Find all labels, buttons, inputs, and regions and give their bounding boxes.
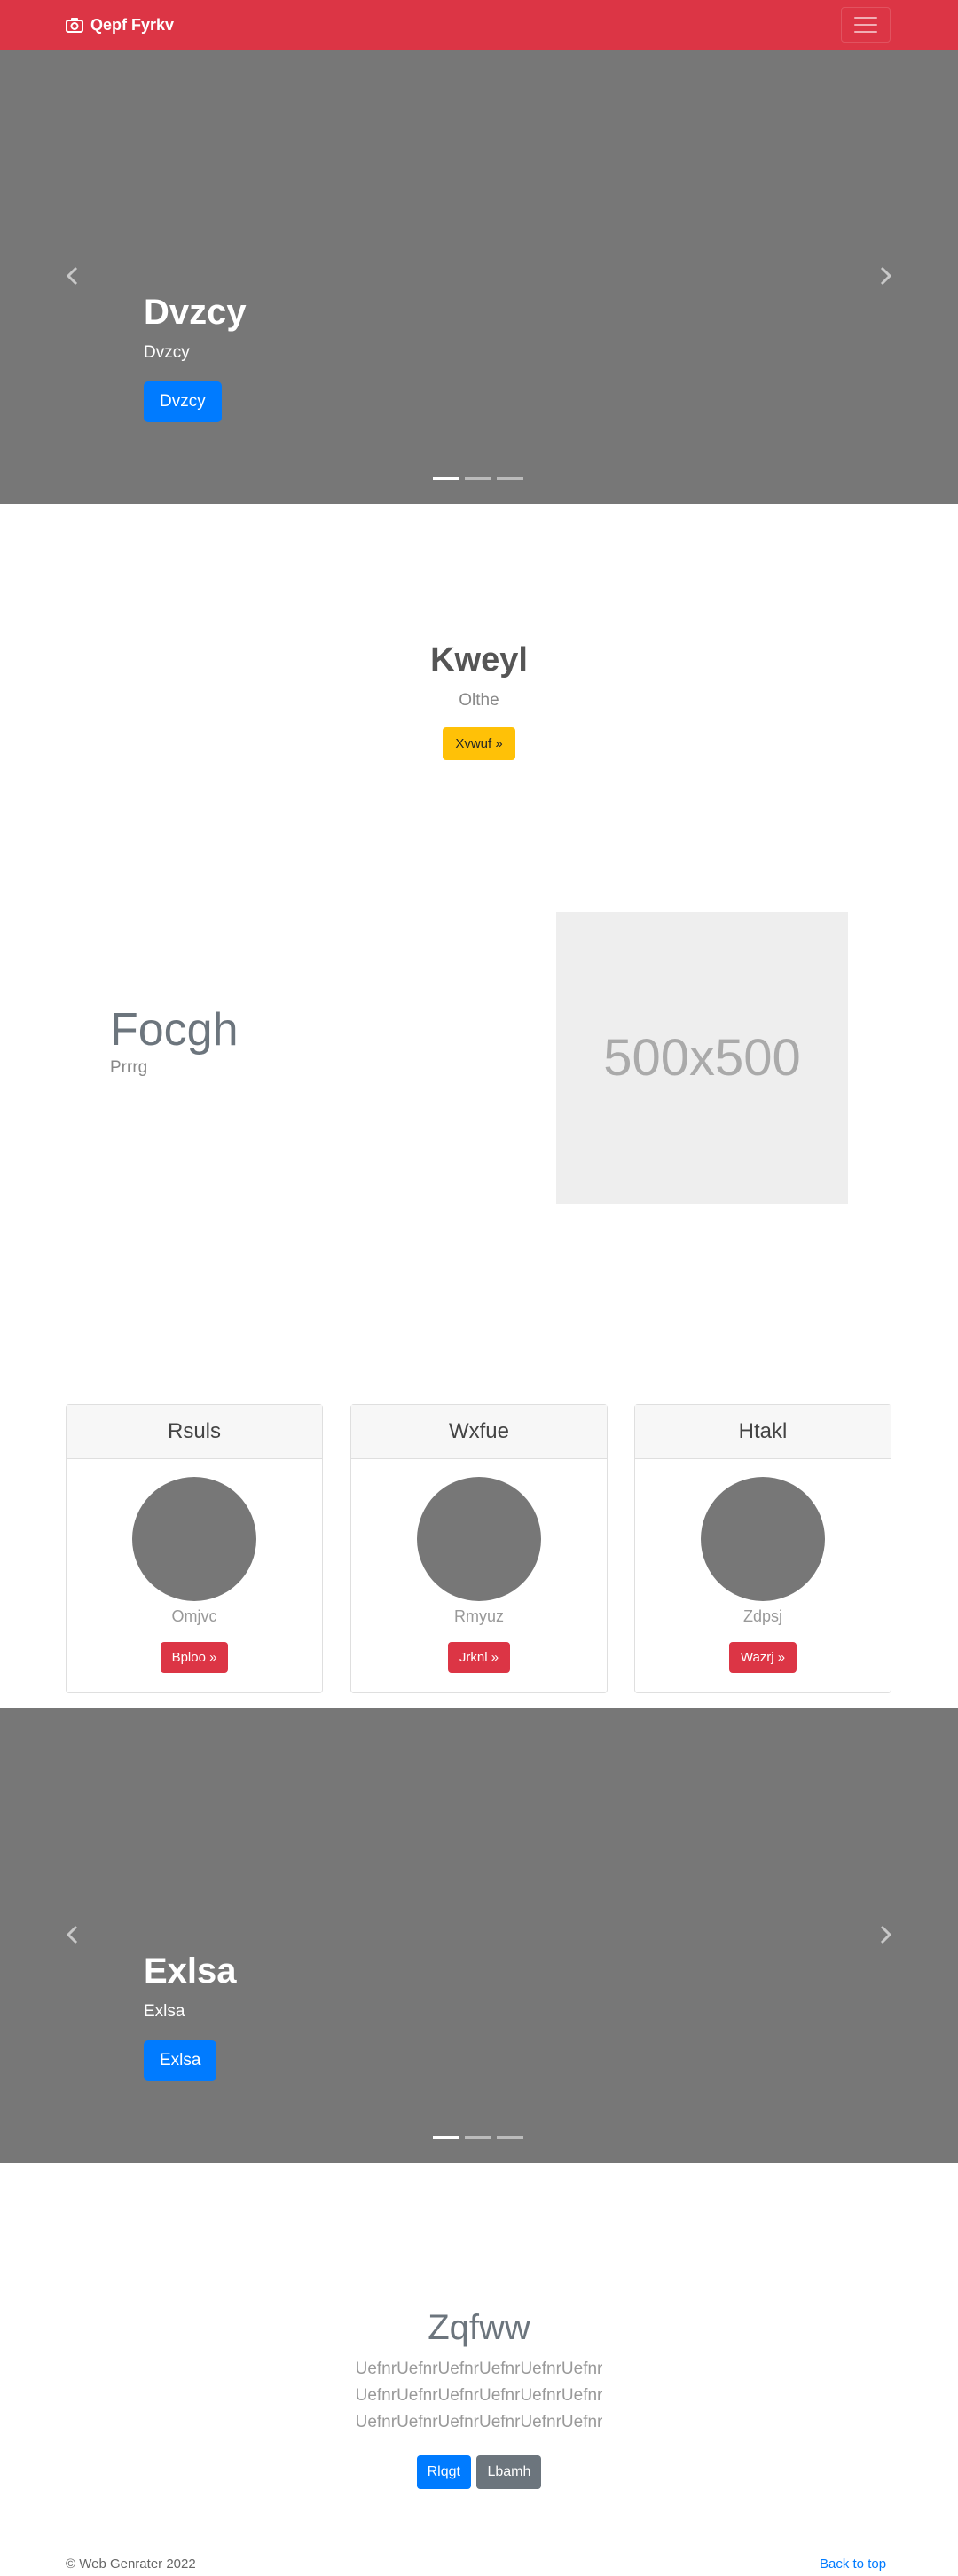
card-text: Rmyuz — [453, 1607, 504, 1625]
hero-title: Kweyl — [430, 641, 528, 679]
carousel-indicators — [433, 477, 523, 480]
carousel-indicator[interactable] — [433, 2136, 459, 2139]
chevron-right-icon — [880, 266, 892, 286]
card-text: Zdpsj — [742, 1607, 782, 1625]
card-button[interactable]: Bploo » — [160, 1642, 229, 1673]
carousel-prev-button[interactable] — [59, 263, 85, 289]
brand-link[interactable]: Qepf Fyrkv — [66, 14, 174, 35]
carousel-prev-button[interactable] — [59, 1921, 85, 1948]
camera-icon — [66, 18, 83, 33]
chevron-left-icon — [66, 1925, 78, 1944]
hero-button[interactable]: Xvwuf » — [443, 727, 515, 760]
card-header: Wxfue — [351, 1405, 607, 1459]
feature-title: Focgh — [110, 1004, 239, 1056]
carousel-text: Dvzcy — [144, 343, 190, 362]
hero-section: Kweyl Olthe Xvwuf » — [0, 639, 958, 760]
carousel-next-button[interactable] — [873, 263, 899, 289]
card: Wxfue Rmyuz Jrknl » — [350, 1404, 608, 1693]
carousel-title: Exlsa — [144, 1952, 237, 1991]
placeholder-label: 500x500 — [603, 1029, 801, 1087]
carousel-text: Exlsa — [144, 2002, 185, 2021]
hamburger-icon — [854, 17, 877, 19]
carousel-title: Dvzcy — [144, 293, 247, 332]
card-button[interactable]: Jrknl » — [447, 1642, 511, 1673]
carousel-indicator[interactable] — [497, 2136, 523, 2139]
carousel-indicator[interactable] — [465, 477, 491, 480]
avatar — [417, 1477, 541, 1601]
closing-title: Zqfww — [428, 2308, 530, 2347]
avatar — [132, 1477, 256, 1601]
navbar: Qepf Fyrkv — [0, 0, 958, 50]
feature-image-placeholder: 500x500 — [556, 912, 848, 1204]
card-button[interactable]: Wazrj » — [728, 1642, 797, 1673]
card-text: Omjvc — [171, 1607, 217, 1625]
brand-label: Qepf Fyrkv — [90, 15, 175, 34]
back-to-top-link[interactable]: Back to top — [820, 2556, 886, 2572]
hero-text: Olthe — [459, 691, 499, 710]
secondary-button[interactable]: Lbamh — [476, 2455, 542, 2489]
carousel-cta-button[interactable]: Exlsa — [144, 2040, 217, 2081]
card-header: Htakl — [635, 1405, 891, 1459]
carousel-indicator[interactable] — [433, 477, 459, 480]
primary-button[interactable]: Rlqgt — [416, 2455, 471, 2489]
carousel-cta-button[interactable]: Dvzcy — [144, 381, 222, 422]
navbar-toggler[interactable] — [841, 7, 891, 43]
avatar — [701, 1477, 825, 1601]
carousel-caption: Exlsa Exlsa Exlsa — [144, 1950, 237, 2081]
carousel-caption: Dvzcy Dvzcy Dvzcy — [144, 291, 247, 422]
closing-text: UefnrUefnrUefnrUefnrUefnrUefnr UefnrUefn… — [355, 2360, 603, 2431]
chevron-left-icon — [66, 266, 78, 286]
chevron-right-icon — [880, 1925, 892, 1944]
card-header: Rsuls — [67, 1405, 322, 1459]
feature-text: Focgh Prrrg — [110, 1002, 239, 1079]
card: Htakl Zdpsj Wazrj » — [634, 1404, 891, 1693]
carousel-indicators — [433, 2136, 523, 2139]
carousel-next-button[interactable] — [873, 1921, 899, 1948]
feature-subtitle: Prrrg — [110, 1058, 148, 1077]
carousel-bottom: Exlsa Exlsa Exlsa — [0, 1708, 958, 2163]
closing-section: Zqfww UefnrUefnrUefnrUefnrUefnrUefnr Uef… — [0, 2306, 958, 2489]
carousel-indicator[interactable] — [465, 2136, 491, 2139]
card: Rsuls Omjvc Bploo » — [66, 1404, 323, 1693]
carousel-indicator[interactable] — [497, 477, 523, 480]
carousel-top: Dvzcy Dvzcy Dvzcy — [0, 50, 958, 504]
footer-copyright: © Web Genrater 2022 — [66, 2556, 196, 2572]
